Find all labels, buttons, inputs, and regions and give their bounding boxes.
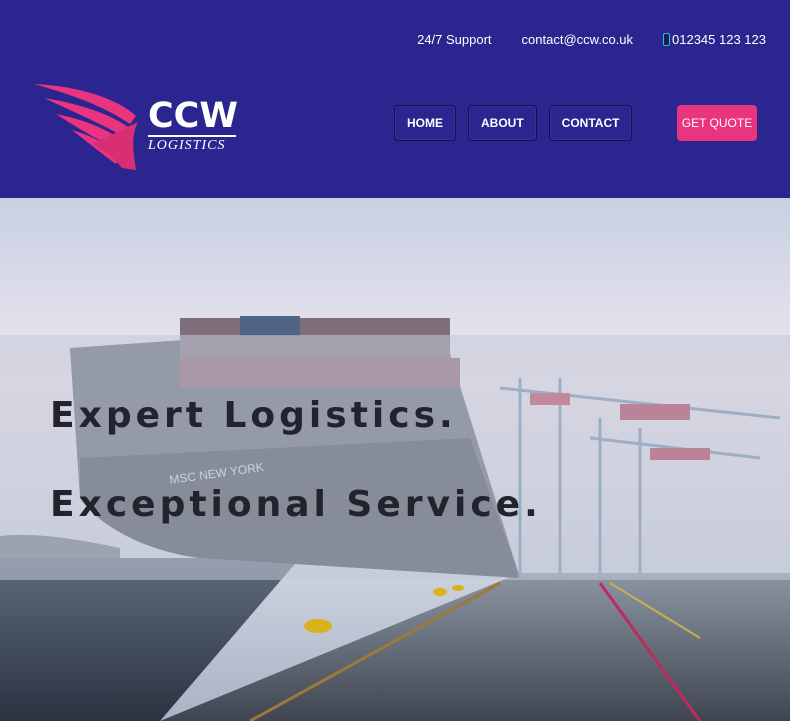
top-contact-bar: 24/7 Support contact@ccw.co.uk 012345 12… <box>417 32 766 47</box>
hero-overlay-band <box>0 335 790 580</box>
logo-name: CCW <box>148 96 238 136</box>
hero-heading-line2: Exceptional Service. <box>50 484 542 525</box>
nav-about[interactable]: ABOUT <box>468 105 537 141</box>
hero-section: MSC NEW YORK Expert Logistics. Exception… <box>0 198 790 721</box>
nav-contact[interactable]: CONTACT <box>548 105 633 141</box>
logo-wordmark: CCW LOGISTICS <box>148 98 238 154</box>
logo-tagline: LOGISTICS <box>148 138 226 153</box>
wing-logo-icon <box>34 84 138 170</box>
get-quote-button[interactable]: GET QUOTE <box>677 105 757 141</box>
main-nav: HOME ABOUT CONTACT <box>394 105 633 141</box>
phone-icon <box>663 33 671 46</box>
email-link[interactable]: contact@ccw.co.uk <box>522 32 633 47</box>
phone-link[interactable]: 012345 123 123 <box>663 32 766 47</box>
site-header: 24/7 Support contact@ccw.co.uk 012345 12… <box>0 0 790 198</box>
support-text: 24/7 Support <box>417 32 492 47</box>
site-logo[interactable]: CCW LOGISTICS <box>34 82 244 172</box>
hero-heading-line1: Expert Logistics. <box>50 395 457 436</box>
nav-home[interactable]: HOME <box>394 105 456 141</box>
phone-number: 012345 123 123 <box>672 32 766 47</box>
